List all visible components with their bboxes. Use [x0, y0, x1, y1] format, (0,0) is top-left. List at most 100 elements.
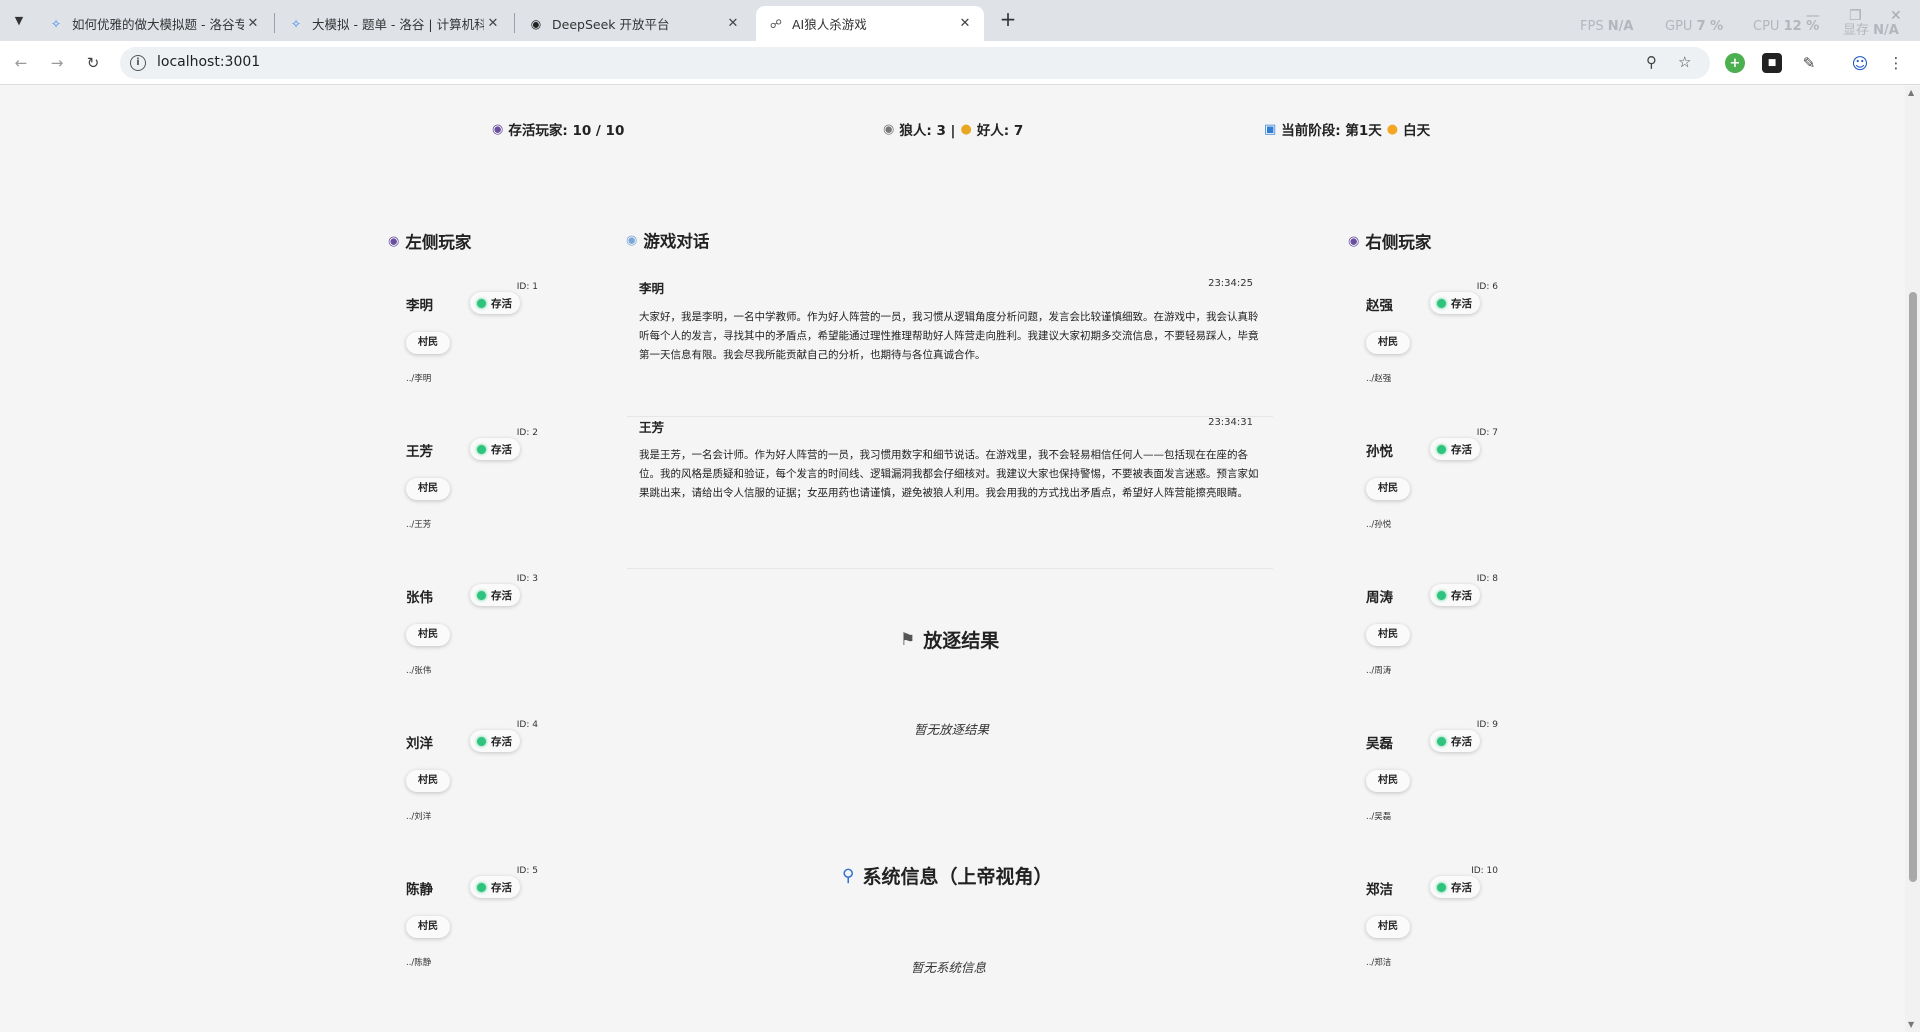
scrollbar-thumb[interactable]	[1909, 292, 1917, 882]
message-time: 23:34:25	[1208, 278, 1253, 289]
tab-title: AI狼人杀游戏	[792, 17, 867, 32]
role-badge: 村民	[406, 770, 450, 792]
alive-count-stat: ◉ 存活玩家: 10 / 10	[492, 119, 624, 140]
zoom-icon[interactable]: ⚲	[1646, 53, 1657, 71]
browser-tab-2[interactable]: ✧ 大模拟 - 题单 - 洛谷 | 计算机科学教育新生态 ✕	[276, 6, 512, 41]
player-id: ID: 5	[516, 866, 538, 876]
status-badge: 存活	[470, 876, 520, 898]
avatar: ../张伟	[406, 666, 432, 676]
status-badge: 存活	[1430, 438, 1480, 460]
browser-tab-1[interactable]: ✧ 如何优雅的做大模拟题 - 洛谷专栏 ✕	[36, 6, 272, 41]
status-text: 存活	[491, 297, 512, 310]
tab-search-chevron-icon[interactable]: ▼	[8, 9, 30, 31]
tab-title: 如何优雅的做大模拟题 - 洛谷专栏	[72, 17, 244, 32]
back-icon[interactable]: ←	[10, 52, 32, 74]
minimize-icon[interactable]: —	[1806, 8, 1820, 24]
status-badge: 存活	[470, 730, 520, 752]
player-card-4[interactable]: ID: 4 刘洋 存活 村民 ../刘洋	[388, 720, 538, 840]
extension-green-icon[interactable]: +	[1725, 53, 1745, 73]
site-info-icon[interactable]: i	[130, 55, 146, 71]
browser-tab-active[interactable]: ☍ AI狼人杀游戏 ✕	[756, 6, 984, 41]
player-card-2[interactable]: ID: 2 王芳 存活 村民 ../王芳	[388, 428, 538, 548]
player-id: ID: 4	[516, 720, 538, 730]
forward-icon[interactable]: →	[46, 52, 68, 74]
browser-tab-3[interactable]: ◉ DeepSeek 开放平台 ✕	[516, 6, 752, 41]
browser-menu-icon[interactable]: ⋮	[1886, 53, 1906, 73]
phase-day-text: 白天	[1403, 123, 1431, 139]
message-text: 我是王芳，一名会计师。作为好人阵营的一员，我习惯用数字和细节说话。在游戏里，我不…	[639, 449, 1259, 499]
profile-avatar-icon[interactable]: ☺	[1850, 53, 1870, 73]
magnifier-icon: ⚲	[842, 865, 855, 886]
status-badge: 存活	[470, 292, 520, 314]
luogu-icon: ✧	[290, 16, 302, 31]
player-name: 孙悦	[1366, 444, 1393, 460]
address-bar[interactable]: i localhost:3001 ⚲ ☆	[120, 47, 1710, 79]
alive-dot-icon	[477, 736, 486, 746]
perf-fps: FPS N/A	[1580, 19, 1634, 34]
wolf-icon: ◉	[883, 121, 895, 137]
dialog-message-2: 王芳 23:34:31 我是王芳，一名会计师。作为好人阵营的一员，我习惯用数字和…	[627, 409, 1273, 569]
role-badge: 村民	[1366, 916, 1410, 938]
dialog-message-1: 李明 23:34:25 大家好，我是李明，一名中学教师。作为好人阵营的一员，我习…	[627, 270, 1273, 417]
bookmark-star-icon[interactable]: ☆	[1678, 53, 1691, 71]
status-text: 存活	[1451, 735, 1472, 748]
player-card-8[interactable]: ID: 8 周涛 存活 村民 ../周涛	[1348, 574, 1498, 694]
player-card-1[interactable]: ID: 1 李明 存活 村民 ../李明	[388, 282, 538, 402]
player-card-5[interactable]: ID: 5 陈静 存活 村民 ../陈静	[388, 866, 538, 986]
page-scrollbar[interactable]: ▲ ▼	[1905, 86, 1920, 1032]
avatar: ../周涛	[1366, 666, 1392, 676]
message-speaker: 李明	[639, 281, 665, 296]
alive-dot-icon	[477, 444, 486, 454]
exile-empty-note: 暂无放逐结果	[914, 722, 990, 737]
alive-dot-icon	[1437, 298, 1446, 308]
close-tab-icon[interactable]: ✕	[956, 16, 974, 31]
role-badge: 村民	[406, 916, 450, 938]
player-card-6[interactable]: ID: 6 赵强 存活 村民 ../赵强	[1348, 282, 1498, 402]
close-tab-icon[interactable]: ✕	[244, 16, 262, 31]
extension-dark-icon[interactable]: ■	[1762, 53, 1782, 73]
luogu-icon: ✧	[50, 16, 62, 31]
status-text: 存活	[1451, 297, 1472, 310]
speech-bubble-icon: ◉	[626, 232, 638, 248]
left-players-title-text: 左侧玩家	[405, 233, 472, 252]
close-window-icon[interactable]: ✕	[1890, 8, 1902, 24]
role-badge: 村民	[406, 332, 450, 354]
extensions-puzzle-icon[interactable]: ✎	[1799, 53, 1819, 73]
system-info-title-text: 系统信息（上帝视角）	[862, 866, 1053, 888]
phase-stat: ▣ 当前阶段: 第1天 ● 白天	[1264, 119, 1431, 140]
deepseek-icon: ◉	[530, 16, 542, 31]
player-id: ID: 10	[1471, 866, 1498, 876]
player-name: 李明	[406, 298, 433, 314]
globe-icon: ☍	[769, 16, 783, 31]
close-tab-icon[interactable]: ✕	[724, 16, 742, 31]
avatar: ../陈静	[406, 958, 432, 968]
player-name: 陈静	[406, 882, 433, 898]
exile-result-title-text: 放逐结果	[923, 630, 1000, 652]
player-id: ID: 2	[516, 428, 538, 438]
scroll-up-icon[interactable]: ▲	[1908, 88, 1914, 97]
left-players-title: ◉ 左侧玩家	[388, 229, 471, 253]
new-tab-button[interactable]: +	[996, 8, 1020, 32]
avatar: ../王芳	[406, 520, 432, 530]
browser-tab-strip: ▼ ✧ 如何优雅的做大模拟题 - 洛谷专栏 ✕ ✧ 大模拟 - 题单 - 洛谷 …	[0, 0, 1920, 41]
reload-icon[interactable]: ↻	[82, 52, 104, 74]
alive-dot-icon	[477, 298, 486, 308]
avatar: ../刘洋	[406, 812, 432, 822]
close-tab-icon[interactable]: ✕	[484, 16, 502, 31]
avatar: ../吴磊	[1366, 812, 1392, 822]
courthouse-icon: ⚑	[900, 629, 916, 650]
status-text: 存活	[491, 735, 512, 748]
status-badge: 存活	[1430, 292, 1480, 314]
restore-icon[interactable]: ❐	[1849, 8, 1862, 24]
alive-dot-icon	[1437, 444, 1446, 454]
role-badge: 村民	[406, 478, 450, 500]
player-card-7[interactable]: ID: 7 孙悦 存活 村民 ../孙悦	[1348, 428, 1498, 548]
scroll-down-icon[interactable]: ▼	[1908, 1020, 1914, 1029]
message-speaker: 王芳	[639, 420, 665, 435]
player-card-10[interactable]: ID: 10 郑洁 存活 村民 ../郑洁	[1348, 866, 1498, 986]
player-card-9[interactable]: ID: 9 吴磊 存活 村民 ../吴磊	[1348, 720, 1498, 840]
player-name: 周涛	[1366, 590, 1393, 606]
dialog-title-text: 游戏对话	[643, 232, 710, 251]
player-card-3[interactable]: ID: 3 张伟 存活 村民 ../张伟	[388, 574, 538, 694]
url-text[interactable]: localhost:3001	[157, 54, 260, 70]
